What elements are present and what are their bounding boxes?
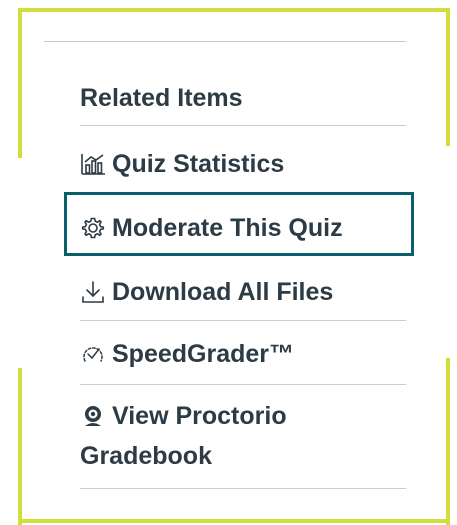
top-divider bbox=[44, 41, 406, 42]
speedgrader-label: SpeedGrader™ bbox=[112, 339, 295, 368]
related-items-title: Related Items bbox=[80, 83, 243, 112]
divider bbox=[80, 384, 406, 385]
view-proctorio-gradebook-link[interactable]: View Proctorio Gradebook bbox=[80, 396, 406, 476]
download-all-files-label: Download All Files bbox=[112, 277, 334, 306]
proctorio-icon bbox=[80, 403, 106, 429]
speedgrader-link[interactable]: SpeedGrader™ bbox=[80, 336, 406, 372]
highlight-frame-left-lower bbox=[18, 368, 22, 525]
related-items-heading: Related Items bbox=[80, 78, 406, 118]
related-items-panel: Related Items Quiz Statistics Moderate T… bbox=[0, 0, 457, 525]
quiz-statistics-label: Quiz Statistics bbox=[112, 149, 285, 178]
divider bbox=[80, 125, 406, 126]
speedgrader-icon bbox=[80, 341, 106, 367]
highlight-frame-left-upper bbox=[18, 8, 22, 158]
gear-icon bbox=[80, 215, 106, 241]
highlight-frame-bottom bbox=[18, 519, 450, 523]
highlight-frame-right-lower bbox=[446, 358, 450, 525]
download-icon bbox=[80, 279, 106, 305]
highlight-frame-top bbox=[18, 8, 450, 12]
moderate-this-quiz-label: Moderate This Quiz bbox=[112, 213, 343, 242]
bar-chart-icon bbox=[80, 151, 106, 177]
divider bbox=[80, 320, 406, 321]
download-all-files-link[interactable]: Download All Files bbox=[80, 274, 406, 310]
view-proctorio-label: View Proctorio bbox=[112, 402, 287, 430]
gradebook-label: Gradebook bbox=[80, 442, 212, 470]
highlight-frame-right-upper bbox=[446, 8, 450, 146]
moderate-this-quiz-link[interactable]: Moderate This Quiz bbox=[80, 210, 406, 246]
divider bbox=[80, 488, 406, 489]
quiz-statistics-link[interactable]: Quiz Statistics bbox=[80, 146, 406, 182]
